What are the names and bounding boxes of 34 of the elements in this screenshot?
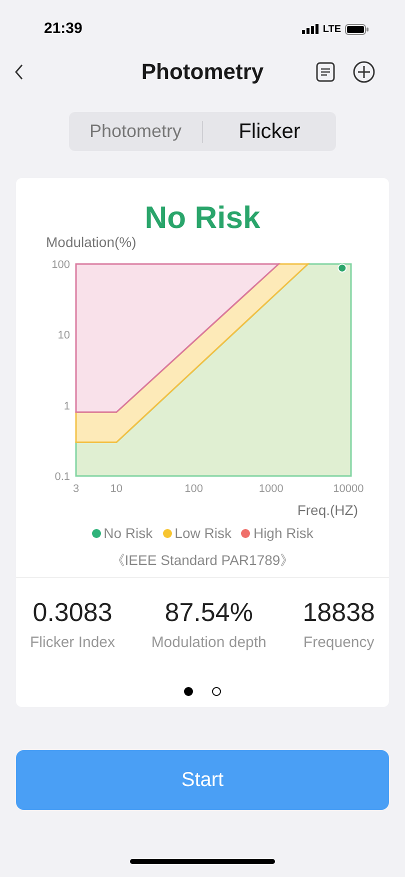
- y-tick-label: 100: [52, 259, 70, 271]
- risk-result: No Risk: [144, 200, 260, 236]
- stat-label: Flicker Index: [30, 633, 116, 653]
- x-tick-label: 3: [72, 483, 80, 495]
- stat-value: 18838: [302, 596, 375, 628]
- measurement-point: [338, 264, 347, 273]
- stat-label: Modulation depth: [151, 633, 266, 653]
- x-tick-label: 10000: [333, 483, 364, 495]
- x-tick-label: 100: [184, 483, 203, 495]
- legend-label: Low Risk: [174, 524, 232, 543]
- legend-label: High Risk: [253, 524, 314, 543]
- y-tick-label: 0.1: [54, 471, 70, 483]
- page-title: Photometry: [141, 58, 264, 86]
- y-axis-title: Modulation(%): [46, 236, 136, 250]
- x-tick-label: 10: [110, 483, 123, 495]
- start-button[interactable]: Start: [16, 750, 389, 810]
- y-tick-label: 1: [64, 400, 70, 412]
- x-axis-title: Freq.(HZ): [297, 502, 358, 518]
- add-icon[interactable]: [353, 60, 375, 82]
- legend-label: No Risk: [104, 524, 153, 543]
- battery-icon: [345, 24, 369, 34]
- stat-value: 0.3083: [32, 596, 112, 628]
- x-tick-label: 1000: [258, 483, 284, 495]
- segment-tab[interactable]: Flicker: [203, 116, 336, 148]
- stat-label: Frequency: [303, 633, 374, 653]
- signal-icon: [302, 24, 319, 34]
- stat-value: 87.54%: [164, 596, 253, 628]
- segment-tab[interactable]: Photometry: [69, 118, 202, 145]
- y-tick-label: 10: [58, 330, 70, 342]
- status-time: 21:39: [44, 18, 82, 39]
- back-icon[interactable]: [14, 64, 24, 80]
- standard-caption: 《IEEE Standard PAR1789》: [110, 551, 294, 570]
- document-icon[interactable]: [316, 62, 335, 82]
- network-label: LTE: [322, 22, 341, 36]
